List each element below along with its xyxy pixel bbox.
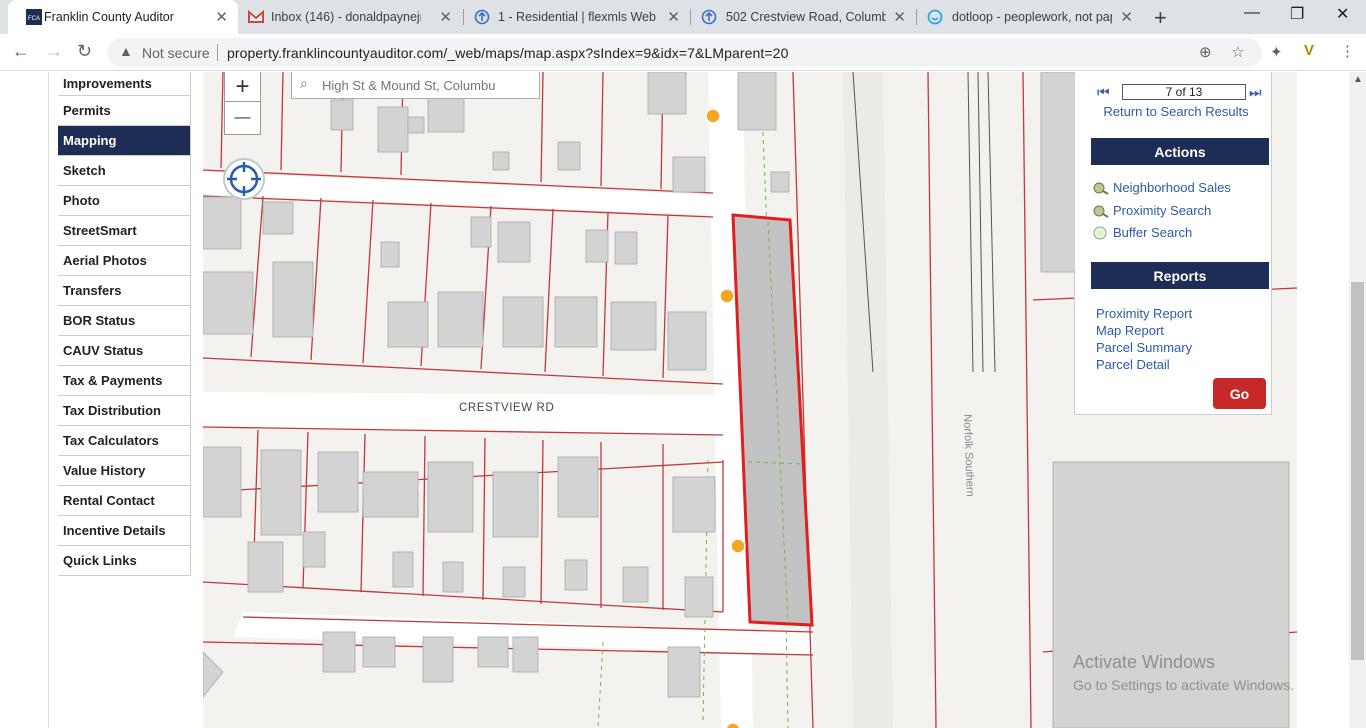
sidebar-item-transfers[interactable]: Transfers: [58, 276, 191, 306]
not-secure-label: Not secure: [142, 45, 210, 61]
scroll-up-icon[interactable]: ▲: [1353, 74, 1363, 85]
back-icon[interactable]: ←: [12, 41, 30, 62]
gmail-icon: [248, 9, 264, 23]
sidebar-item-mapping[interactable]: Mapping: [58, 126, 191, 156]
buffer-search-link[interactable]: Buffer Search: [1091, 225, 1192, 240]
map-search[interactable]: ⌕: [291, 72, 540, 99]
search-icon: ⌕: [300, 75, 308, 91]
fca-favicon-icon: FCA: [26, 9, 42, 25]
scroll-thumb[interactable]: [1351, 282, 1364, 660]
sidebar-item-photo[interactable]: Photo: [58, 186, 191, 216]
proximity-search-link[interactable]: Proximity Search: [1091, 203, 1211, 218]
tab-franklin-auditor[interactable]: FCA Franklin County Auditor ✕: [8, 0, 238, 34]
sidebar-item-rental-contact[interactable]: Rental Contact: [58, 486, 191, 516]
map-report-link[interactable]: Map Report: [1096, 323, 1164, 338]
tab-close-icon[interactable]: ✕: [667, 8, 680, 26]
crosshair-icon: [227, 162, 261, 196]
tab-close-icon[interactable]: ✕: [1120, 8, 1133, 26]
last-result-icon[interactable]: ⏭: [1249, 84, 1262, 101]
neighborhood-sales-link[interactable]: Neighborhood Sales: [1091, 180, 1231, 195]
return-to-search-link[interactable]: Return to Search Results: [1071, 104, 1281, 119]
page-scrollbar[interactable]: ▲: [1349, 72, 1366, 728]
extension-v-icon[interactable]: V: [1304, 42, 1314, 59]
restore-icon[interactable]: ❐: [1290, 4, 1304, 24]
tab-dotloop[interactable]: dotloop - peoplework, not pap ✕: [917, 0, 1143, 34]
url-text[interactable]: property.franklincountyauditor.com/_web/…: [227, 45, 788, 61]
tab-close-icon[interactable]: ✕: [439, 8, 452, 26]
sidebar-item-incentive-details[interactable]: Incentive Details: [58, 516, 191, 546]
sidebar-item-permits[interactable]: Permits: [58, 96, 191, 126]
sidebar-item-bor-status[interactable]: BOR Status: [58, 306, 191, 336]
tab-title: Franklin County Auditor: [44, 10, 174, 24]
rail-corridor: [843, 72, 893, 728]
tab-flexmls[interactable]: 1 - Residential | flexmls Web ✕: [464, 0, 690, 34]
menu-icon[interactable]: ⋮: [1340, 42, 1355, 60]
extensions-icon[interactable]: ✦: [1270, 43, 1283, 61]
svg-text:FCA: FCA: [28, 16, 40, 22]
tab-crestview[interactable]: 502 Crestview Road, Columbus ✕: [691, 0, 916, 34]
parcel-summary-link[interactable]: Parcel Summary: [1096, 340, 1192, 355]
sidebar-item-tax-payments[interactable]: Tax & Payments: [58, 366, 191, 396]
house-search-icon: [1093, 182, 1109, 195]
actions-heading: Actions: [1091, 138, 1269, 165]
locate-button[interactable]: [223, 158, 265, 200]
minimize-icon[interactable]: —: [1244, 4, 1260, 22]
tab-close-icon[interactable]: ✕: [893, 8, 906, 26]
sidebar-item-tax-distribution[interactable]: Tax Distribution: [58, 396, 191, 426]
sidebar-item-cauv-status[interactable]: CAUV Status: [58, 336, 191, 366]
tab-gmail[interactable]: Inbox (146) - donaldpaynejr@g ✕: [238, 0, 462, 34]
proximity-search-icon: [1093, 205, 1109, 218]
sidebar-nav: Improvements Permits Mapping Sketch Phot…: [58, 72, 191, 576]
zoom-in-button[interactable]: +: [224, 72, 261, 102]
result-count[interactable]: 7 of 13: [1122, 84, 1246, 100]
map-search-input[interactable]: [322, 75, 532, 95]
reload-icon[interactable]: ↻: [77, 41, 92, 62]
sidebar-item-sketch[interactable]: Sketch: [58, 156, 191, 186]
zoom-icon[interactable]: ⊕: [1199, 43, 1212, 61]
buffer-search-icon: [1093, 226, 1107, 239]
browser-toolbar: ← → ↻ ▲ Not secure property.franklincoun…: [0, 34, 1366, 71]
reports-heading: Reports: [1091, 262, 1269, 289]
tab-title: 502 Crestview Road, Columbus: [726, 10, 886, 24]
flexmls-icon: [701, 9, 717, 25]
close-window-icon[interactable]: ✕: [1336, 4, 1349, 24]
tab-title: dotloop - peoplework, not pap: [952, 10, 1112, 24]
first-result-icon[interactable]: ⏮: [1097, 84, 1110, 101]
flexmls-icon: [474, 9, 490, 25]
windows-activation-watermark: Activate Windows Go to Settings to activ…: [1073, 652, 1294, 693]
go-button[interactable]: Go: [1213, 378, 1266, 409]
tab-close-icon[interactable]: ✕: [215, 8, 228, 26]
sidebar-item-tax-calculators[interactable]: Tax Calculators: [58, 426, 191, 456]
zoom-out-button[interactable]: —: [224, 101, 261, 135]
dotloop-icon: [927, 9, 943, 25]
bookmark-star-icon[interactable]: ☆: [1231, 43, 1244, 61]
address-bar[interactable]: ▲ Not secure property.franklincountyaudi…: [107, 38, 1262, 67]
tab-title: Inbox (146) - donaldpaynejr@g: [271, 10, 421, 24]
sidebar-item-improvements[interactable]: Improvements: [58, 72, 191, 96]
street-label-crestview: CRESTVIEW RD: [459, 402, 555, 414]
results-panel: ⏮ 7 of 13 ⏭ Return to Search Results Act…: [1074, 72, 1272, 415]
sidebar-item-aerial-photos[interactable]: Aerial Photos: [58, 246, 191, 276]
tab-title: 1 - Residential | flexmls Web: [498, 10, 656, 24]
sidebar-item-value-history[interactable]: Value History: [58, 456, 191, 486]
sidebar-item-quick-links[interactable]: Quick Links: [58, 546, 191, 576]
new-tab-icon[interactable]: +: [1154, 5, 1167, 31]
forward-icon[interactable]: →: [45, 41, 63, 62]
page-content: Improvements Permits Mapping Sketch Phot…: [0, 72, 1366, 728]
proximity-report-link[interactable]: Proximity Report: [1096, 306, 1192, 321]
tab-strip: FCA Franklin County Auditor ✕ Inbox (146…: [0, 0, 1366, 34]
warning-icon: ▲: [119, 43, 133, 59]
parcel-detail-link[interactable]: Parcel Detail: [1096, 357, 1170, 372]
sidebar-item-streetsmart[interactable]: StreetSmart: [58, 216, 191, 246]
